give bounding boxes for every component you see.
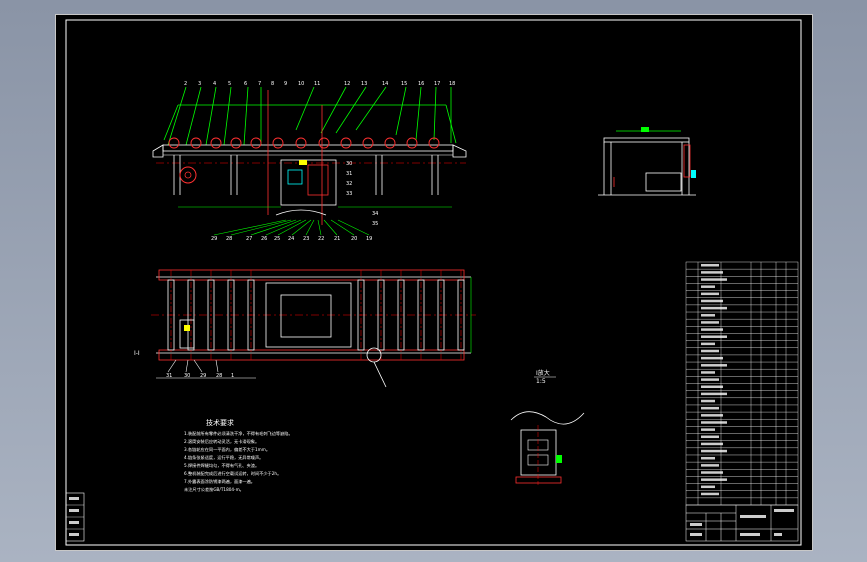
svg-text:30: 30 bbox=[346, 161, 352, 167]
bom-row-text bbox=[701, 342, 715, 346]
detail-view: I放大 1:5 bbox=[510, 369, 585, 485]
svg-text:18: 18 bbox=[449, 81, 455, 87]
drawing-frame bbox=[65, 19, 802, 546]
detail-scale: 1:5 bbox=[536, 378, 546, 385]
tech-req-line: 5.焊接件焊缝均匀，不得有气孔、夹渣。 bbox=[184, 462, 259, 469]
tech-req-line: 6.整机装配完成后进行空载试运转，时间不少于2h。 bbox=[184, 470, 281, 477]
bom-row-text bbox=[701, 364, 727, 367]
svg-text:7: 7 bbox=[258, 81, 261, 87]
svg-text:28: 28 bbox=[226, 236, 232, 242]
svg-text:32: 32 bbox=[346, 181, 352, 187]
svg-text:25: 25 bbox=[274, 236, 280, 242]
svg-text:5: 5 bbox=[228, 81, 231, 87]
front-view: 23 45 67 89 10 11 12 13 14 15 16 17 18 2… bbox=[152, 81, 467, 242]
left-stamp-block bbox=[65, 492, 85, 542]
bom-row-text bbox=[701, 392, 727, 396]
bom-row-text bbox=[701, 356, 723, 360]
bom-row-text bbox=[701, 385, 723, 388]
tech-req-line: 7.外露表面涂防锈漆两遍，面漆一遍。 bbox=[184, 478, 255, 485]
bom-row-text bbox=[701, 449, 727, 453]
side-view bbox=[598, 127, 696, 196]
bill-of-materials bbox=[685, 261, 799, 506]
svg-text:33: 33 bbox=[346, 191, 352, 197]
svg-text:14: 14 bbox=[382, 81, 388, 87]
cad-drawing-viewport[interactable]: 23 45 67 89 10 11 12 13 14 15 16 17 18 2… bbox=[55, 14, 813, 551]
bom-row-text bbox=[701, 442, 723, 446]
svg-text:27: 27 bbox=[246, 236, 252, 242]
svg-text:22: 22 bbox=[318, 236, 324, 242]
bom-row-text bbox=[701, 485, 715, 489]
svg-text:12: 12 bbox=[344, 81, 350, 87]
svg-text:31: 31 bbox=[346, 171, 352, 177]
bom-row-text bbox=[701, 428, 715, 431]
section-label: I-I bbox=[134, 350, 140, 357]
svg-text:10: 10 bbox=[298, 81, 304, 87]
bom-row-text bbox=[701, 492, 719, 496]
bom-row-text bbox=[701, 264, 719, 267]
bom-row-text bbox=[701, 306, 727, 310]
bom-row-text bbox=[701, 456, 715, 460]
bom-row-text bbox=[701, 399, 715, 403]
svg-text:13: 13 bbox=[361, 81, 367, 87]
tech-req-line: 3.各链轮应在同一平面内，偏差不大于1mm。 bbox=[184, 446, 270, 453]
bom-row-text bbox=[701, 471, 723, 474]
svg-text:20: 20 bbox=[351, 236, 357, 242]
svg-text:34: 34 bbox=[372, 211, 378, 217]
svg-text:3: 3 bbox=[198, 81, 201, 87]
svg-text:16: 16 bbox=[418, 81, 424, 87]
bom-row-text bbox=[701, 292, 719, 296]
bom-row-text bbox=[701, 435, 719, 439]
svg-text:4: 4 bbox=[213, 81, 216, 87]
bom-row-text bbox=[701, 299, 723, 303]
svg-text:23: 23 bbox=[303, 236, 309, 242]
detail-label: I放大 bbox=[536, 369, 550, 377]
svg-text:26: 26 bbox=[261, 236, 267, 242]
bom-row-text bbox=[701, 271, 723, 274]
svg-text:17: 17 bbox=[434, 81, 440, 87]
svg-text:35: 35 bbox=[372, 221, 378, 227]
bom-row-text bbox=[701, 406, 719, 410]
tech-requirements: 技术要求 1.装配前所有零件必须清洗干净，不得有毛刺飞边等缺陷。 2.滚筒安装后… bbox=[184, 418, 293, 493]
bom-row-text bbox=[701, 335, 727, 338]
tech-req-line: 2.滚筒安装后应转动灵活，无卡滞现象。 bbox=[184, 438, 259, 445]
bom-row-text bbox=[701, 478, 727, 481]
svg-text:6: 6 bbox=[244, 81, 247, 87]
svg-text:8: 8 bbox=[271, 81, 274, 87]
bom-row-text bbox=[701, 314, 715, 317]
svg-text:11: 11 bbox=[314, 81, 320, 87]
drawing-canvas: 23 45 67 89 10 11 12 13 14 15 16 17 18 2… bbox=[65, 19, 802, 546]
bom-row-text bbox=[701, 328, 723, 331]
plan-view: 31 30 29 28 1 I-I bbox=[134, 269, 476, 388]
svg-text:24: 24 bbox=[288, 236, 294, 242]
bom-row-text bbox=[701, 464, 719, 467]
tech-req-title: 技术要求 bbox=[206, 418, 234, 427]
svg-text:9: 9 bbox=[284, 81, 287, 87]
bom-row-text bbox=[701, 278, 727, 281]
bom-row-text bbox=[701, 421, 727, 424]
tech-req-line: 4.链条张紧适度，运行平稳，无异常噪声。 bbox=[184, 454, 263, 461]
svg-text:15: 15 bbox=[401, 81, 407, 87]
svg-text:2: 2 bbox=[184, 81, 187, 87]
bom-row-text bbox=[701, 321, 719, 324]
svg-text:29: 29 bbox=[211, 236, 217, 242]
tech-req-line: 1.装配前所有零件必须清洗干净，不得有毛刺飞边等缺陷。 bbox=[184, 430, 293, 437]
bom-row-text bbox=[701, 285, 715, 288]
tech-req-line: 未注尺寸公差按GB/T1804-m。 bbox=[184, 486, 244, 493]
bom-row-text bbox=[701, 378, 719, 381]
bom-row-text bbox=[701, 414, 723, 417]
bom-row-text bbox=[701, 371, 715, 374]
title-block bbox=[685, 504, 799, 542]
svg-text:21: 21 bbox=[334, 236, 340, 242]
bom-row-text bbox=[701, 349, 719, 353]
svg-text:19: 19 bbox=[366, 236, 372, 242]
